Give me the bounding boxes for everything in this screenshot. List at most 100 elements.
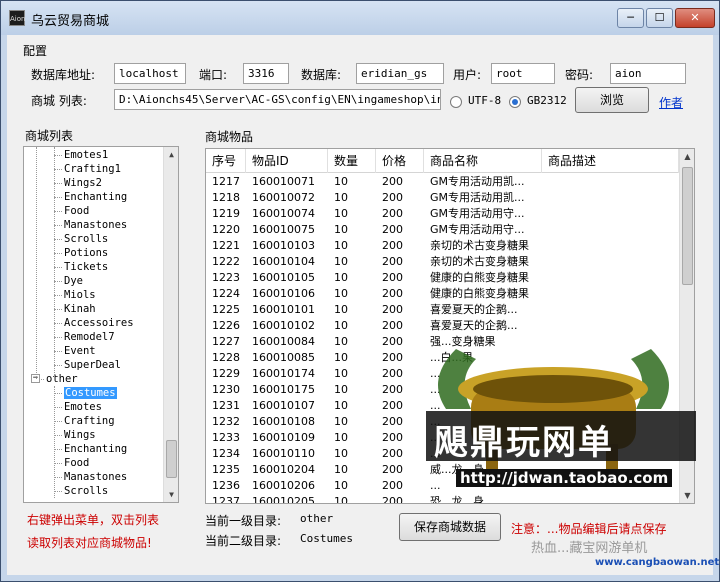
table-row[interactable]: 1226 160010102 10 200 喜爱夏天的企鹅... <box>206 318 679 334</box>
tree-item[interactable]: Remodel7 <box>64 330 115 344</box>
grid-scroll-down-arrow-icon[interactable]: ▼ <box>680 488 694 503</box>
table-row[interactable]: 1224 160010106 10 200 健康的白熊变身糖果 <box>206 286 679 302</box>
table-cell: ... <box>430 383 441 396</box>
tree-item[interactable]: Food <box>64 204 89 218</box>
tree-item[interactable]: Costumes <box>64 386 117 400</box>
tree-item[interactable]: Scrolls <box>64 232 108 246</box>
grid-scrollbar[interactable]: ▲ ▼ <box>679 149 694 503</box>
table-row[interactable]: 1232 160010108 10 200... <box>206 414 679 430</box>
tree-item[interactable]: other <box>46 372 78 386</box>
table-row[interactable]: 1235 160010204 10 200 威...龙...身 <box>206 462 679 478</box>
scroll-thumb[interactable] <box>166 440 177 478</box>
browse-button[interactable]: 浏览 <box>575 87 649 113</box>
tree-item[interactable]: Food <box>64 456 89 470</box>
table-row[interactable]: 1227 160010084 10 200 强...变身糖果 <box>206 334 679 350</box>
column-header[interactable]: 价格 <box>376 149 424 173</box>
tree-item[interactable]: Manastones <box>64 218 127 232</box>
table-row[interactable]: 1234 160010110 10 200... <box>206 446 679 462</box>
table-row[interactable]: 1233 160010109 10 200... <box>206 430 679 446</box>
password-input[interactable]: aion <box>610 63 686 84</box>
tree-item[interactable]: Manastones <box>64 470 127 484</box>
table-cell: 160010206 <box>252 479 315 492</box>
table-cell: 10 <box>334 431 348 444</box>
column-header[interactable]: 数量 <box>328 149 376 173</box>
table-row[interactable]: 1219 160010074 10 200 GM专用活动用守... <box>206 206 679 222</box>
shop-list-tree[interactable]: ▲ ▼ Emotes1 Crafting1 Wings2 Enchanting Food… <box>23 146 179 503</box>
user-input[interactable]: root <box>491 63 555 84</box>
database-input[interactable]: eridian_gs <box>356 63 444 84</box>
shop-items-grid[interactable]: 序号 物品ID 数量 价格 商品名称 商品描述 ▲ ▼ 1217 160010071 10 20… <box>205 148 695 504</box>
tree-scrollbar[interactable]: ▲ ▼ <box>163 147 178 502</box>
tree-item[interactable]: Kinah <box>64 302 96 316</box>
tree-item[interactable]: Miols <box>64 288 96 302</box>
close-button[interactable]: ✕ <box>675 8 715 28</box>
tree-item[interactable]: Emotes1 <box>64 148 108 162</box>
table-row[interactable]: 1221 160010103 10 200 亲切的术古变身糖果 <box>206 238 679 254</box>
table-row[interactable]: 1225 160010101 10 200 喜爱夏天的企鹅... <box>206 302 679 318</box>
tree-item-label: Crafting <box>64 415 115 427</box>
tree-item[interactable]: Scrolls <box>64 484 108 498</box>
tree-item[interactable]: Wings <box>64 428 96 442</box>
minimize-button[interactable]: ─ <box>617 8 644 28</box>
column-header[interactable]: 物品ID <box>246 149 328 173</box>
save-shop-data-button[interactable]: 保存商城数据 <box>399 513 501 541</box>
tree-item[interactable]: Enchanting <box>64 442 127 456</box>
tree-item[interactable]: Emotes <box>64 400 102 414</box>
table-cell: 1218 <box>212 191 240 204</box>
table-row[interactable]: 1231 160010107 10 200... <box>206 398 679 414</box>
table-cell <box>542 414 679 430</box>
utf8-radio[interactable] <box>450 96 462 108</box>
table-row[interactable]: 1217 160010071 10 200 GM专用活动用凯... <box>206 174 679 190</box>
scroll-up-arrow-icon[interactable]: ▲ <box>164 147 178 162</box>
gb2312-radio[interactable] <box>509 96 521 108</box>
column-header[interactable]: 序号 <box>206 149 246 173</box>
table-row[interactable]: 1237 160010205 10 200 恐...龙...身... <box>206 494 679 503</box>
table-cell: 200 <box>382 239 403 252</box>
table-cell: 1217 <box>212 175 240 188</box>
table-cell: 160010101 <box>252 303 315 316</box>
table-cell: 1230 <box>212 383 240 396</box>
tree-item[interactable]: Tickets <box>64 260 108 274</box>
tree-item-label: Accessoires <box>64 317 134 329</box>
port-input[interactable]: 3316 <box>243 63 289 84</box>
table-row[interactable]: 1223 160010105 10 200 健康的白熊变身糖果 <box>206 270 679 286</box>
tree-item[interactable]: Potions <box>64 246 108 260</box>
tree-connector <box>54 281 62 282</box>
tree-item[interactable]: Accessoires <box>64 316 134 330</box>
table-cell: 200 <box>382 415 403 428</box>
tree-connector <box>54 309 62 310</box>
title-bar[interactable]: Aion 乌云贸易商城 ─ ☐ ✕ <box>1 1 719 35</box>
table-cell <box>542 494 679 503</box>
table-row[interactable]: 1229 160010174 10 200... <box>206 366 679 382</box>
tree-item[interactable]: SuperDeal <box>64 358 121 372</box>
table-row[interactable]: 1222 160010104 10 200 亲切的术古变身糖果 <box>206 254 679 270</box>
tree-item[interactable]: Wings2 <box>64 176 102 190</box>
table-row[interactable]: 1228 160010085 10 200 ...白...果 <box>206 350 679 366</box>
utf8-radio-label[interactable]: UTF-8 <box>468 94 501 107</box>
tree-item[interactable]: Crafting <box>64 414 115 428</box>
table-row[interactable]: 1218 160010072 10 200 GM专用活动用凯... <box>206 190 679 206</box>
tree-item[interactable]: Crafting1 <box>64 162 121 176</box>
tree-item[interactable]: Enchanting <box>64 190 127 204</box>
grid-scroll-thumb[interactable] <box>682 167 693 285</box>
tree-connector <box>54 253 62 254</box>
column-header[interactable]: 商品名称 <box>424 149 542 173</box>
table-row[interactable]: 1220 160010075 10 200 GM专用活动用守... <box>206 222 679 238</box>
table-cell <box>542 206 679 222</box>
table-row[interactable]: 1230 160010175 10 200... <box>206 382 679 398</box>
table-cell: 10 <box>334 479 348 492</box>
shop-list-path-input[interactable]: D:\Aionchs45\Server\AC-GS\config\EN\inga… <box>114 89 441 110</box>
tree-item[interactable]: Dye <box>64 274 83 288</box>
table-cell: 160010109 <box>252 431 315 444</box>
table-cell: 200 <box>382 399 403 412</box>
table-row[interactable]: 1236 160010206 10 200... <box>206 478 679 494</box>
author-link[interactable]: 作者 <box>659 94 683 111</box>
gb2312-radio-label[interactable]: GB2312 <box>527 94 567 107</box>
grid-scroll-up-arrow-icon[interactable]: ▲ <box>680 149 694 164</box>
table-cell: 1221 <box>212 239 240 252</box>
scroll-down-arrow-icon[interactable]: ▼ <box>164 487 178 502</box>
maximize-button[interactable]: ☐ <box>646 8 673 28</box>
db-address-input[interactable]: localhost <box>114 63 186 84</box>
tree-item[interactable]: Event <box>64 344 96 358</box>
column-header[interactable]: 商品描述 <box>542 149 679 173</box>
